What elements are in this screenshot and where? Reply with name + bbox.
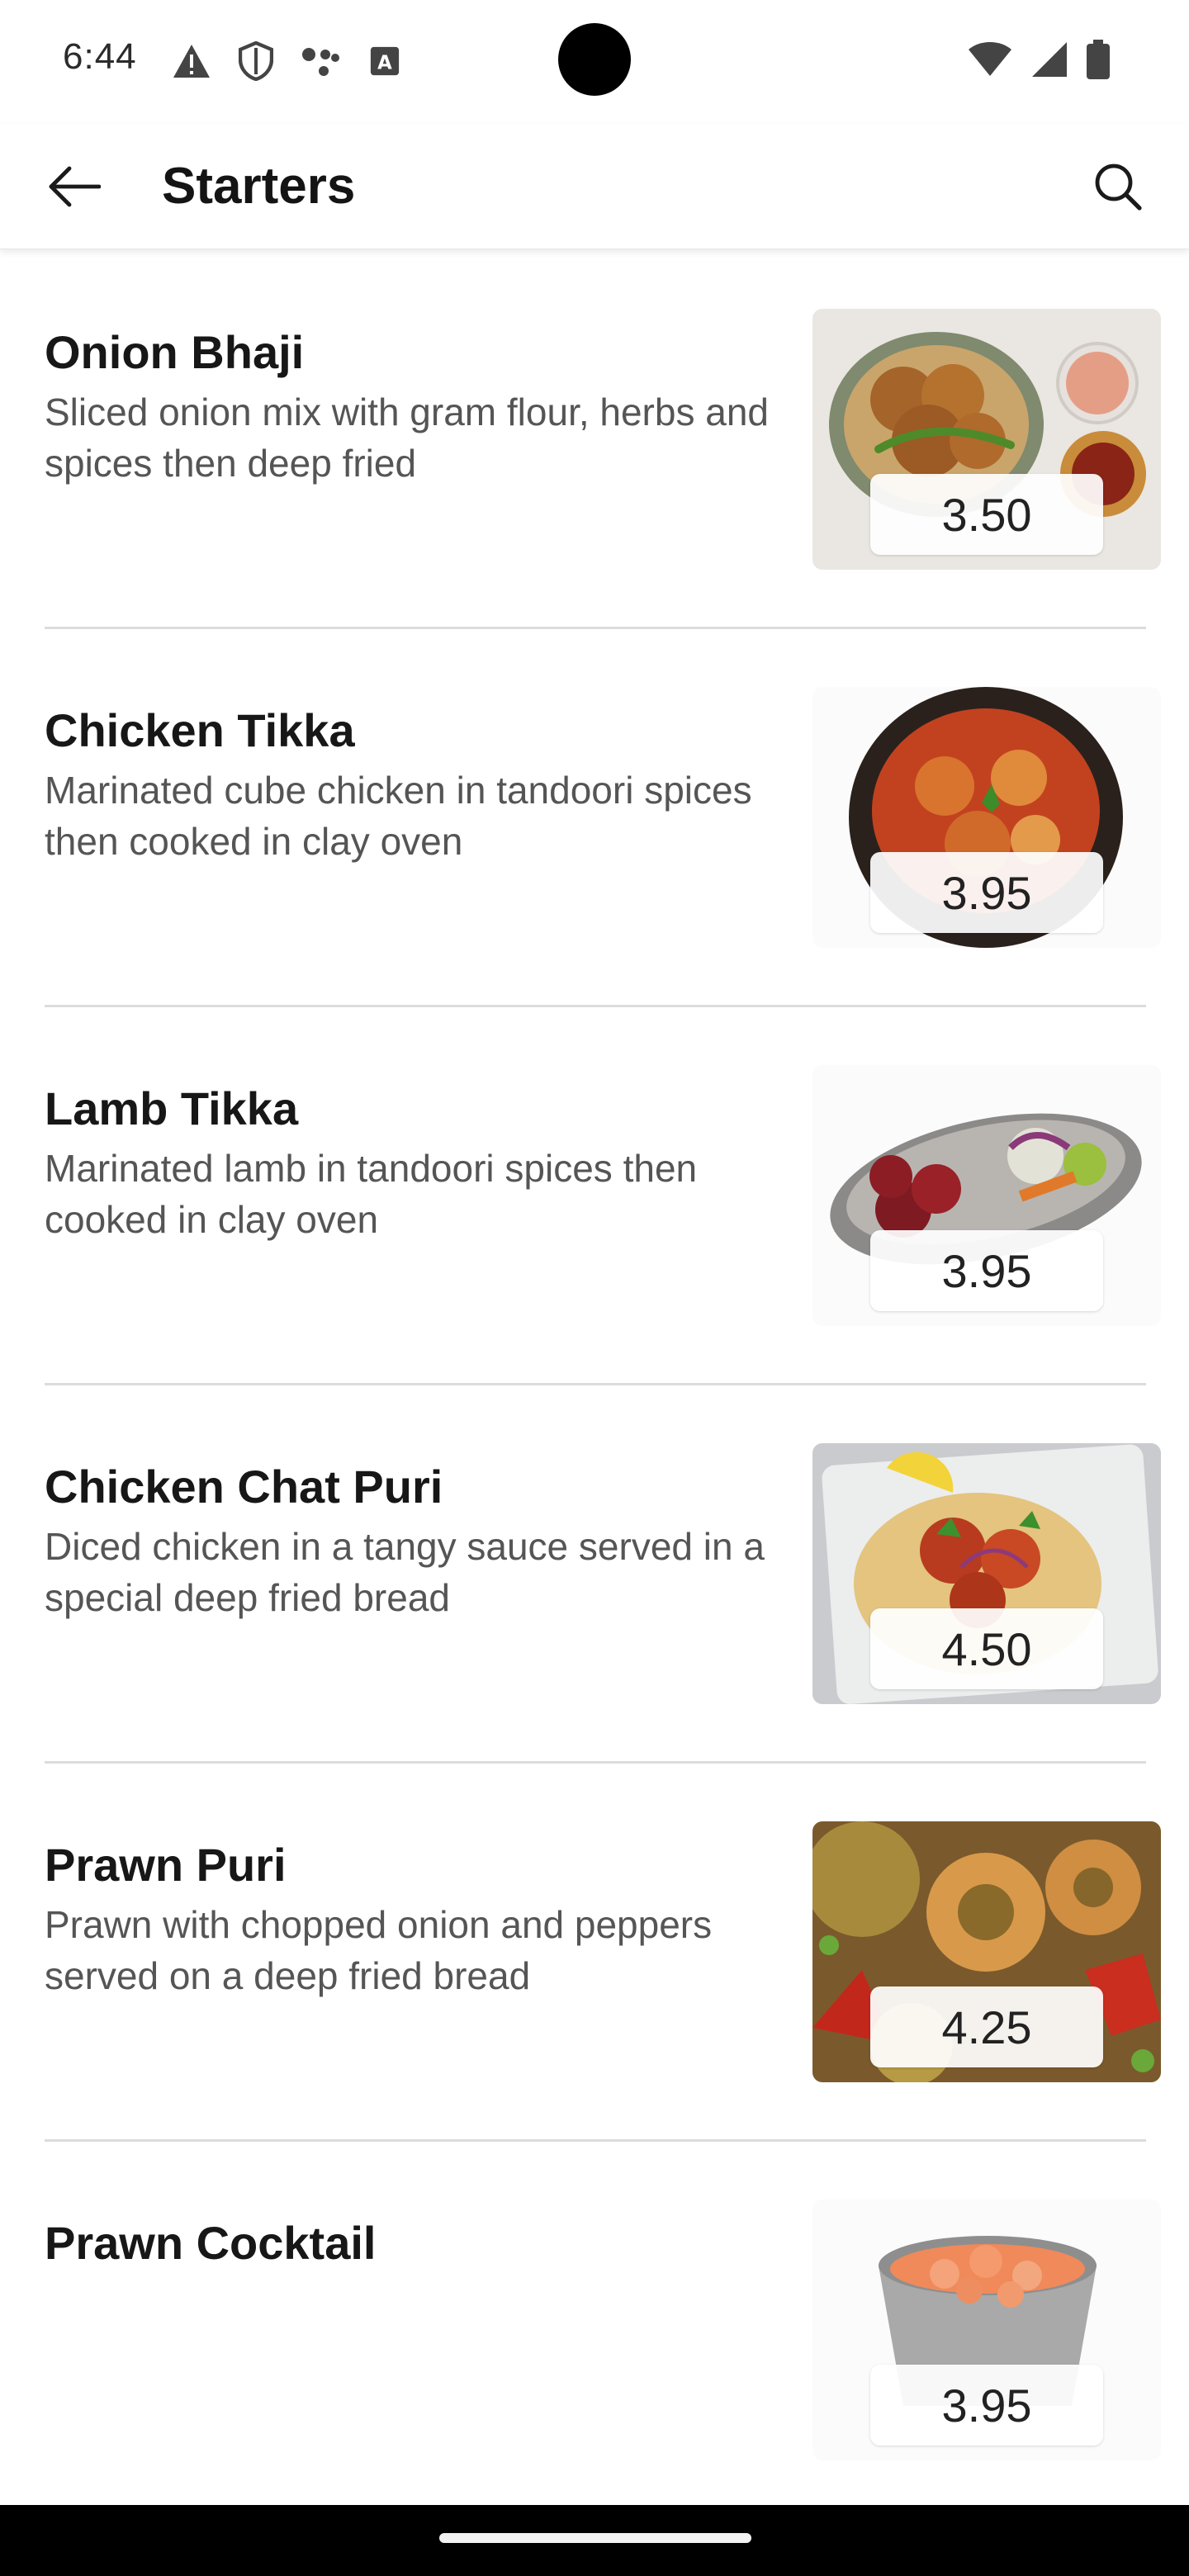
keyboard-icon: A — [362, 38, 408, 84]
item-image: 4.50 — [812, 1443, 1161, 1704]
shield-icon — [233, 38, 279, 84]
item-description: Marinated cube chicken in tandoori spice… — [45, 769, 752, 863]
menu-item-chicken-chat-puri[interactable]: Chicken Chat Puri Diced chicken in a tan… — [0, 1385, 1189, 1764]
home-indicator[interactable] — [439, 2533, 751, 2543]
battery-icon — [1087, 38, 1110, 81]
search-icon — [1095, 163, 1142, 211]
item-image: 3.50 — [812, 309, 1161, 570]
status-bar: 6:44 A — [0, 0, 1189, 124]
arrow-left-icon — [49, 166, 101, 207]
search-button[interactable] — [1080, 149, 1156, 225]
item-image: 3.95 — [812, 687, 1161, 948]
item-name: Chicken Tikka — [45, 704, 355, 756]
status-system-icons — [968, 38, 1110, 81]
menu-item-prawn-cocktail[interactable]: Prawn Cocktail 3.95 — [0, 2142, 1189, 2520]
app-bar: Starters — [0, 124, 1189, 249]
warning-icon — [168, 38, 215, 84]
item-description: Sliced onion mix with gram flour, herbs … — [45, 391, 769, 485]
signal-icon — [1030, 38, 1068, 81]
menu-item-text: Chicken Tikka Marinated cube chicken in … — [45, 702, 771, 867]
item-name: Lamb Tikka — [45, 1082, 299, 1134]
price-badge: 3.95 — [870, 852, 1103, 933]
item-name: Prawn Cocktail — [45, 2217, 377, 2269]
item-image: 4.25 — [812, 1821, 1161, 2082]
svg-text:A: A — [377, 53, 392, 74]
menu-list: Onion Bhaji Sliced onion mix with gram f… — [0, 251, 1189, 2520]
item-image: 3.95 — [812, 2200, 1161, 2460]
price-badge: 4.50 — [870, 1608, 1103, 1689]
assistant-icon — [297, 38, 343, 84]
price-badge: 3.95 — [870, 2365, 1103, 2446]
menu-item-chicken-tikka[interactable]: Chicken Tikka Marinated cube chicken in … — [0, 629, 1189, 1007]
price-badge: 3.95 — [870, 1230, 1103, 1311]
menu-item-lamb-tikka[interactable]: Lamb Tikka Marinated lamb in tandoori sp… — [0, 1007, 1189, 1385]
menu-item-onion-bhaji[interactable]: Onion Bhaji Sliced onion mix with gram f… — [0, 251, 1189, 629]
wifi-icon — [968, 38, 1012, 81]
price-badge: 3.50 — [870, 474, 1103, 555]
status-notification-icons: A — [168, 38, 408, 84]
navigation-bar — [0, 2505, 1189, 2576]
item-image: 3.95 — [812, 1065, 1161, 1326]
item-description: Diced chicken in a tangy sauce served in… — [45, 1525, 765, 1619]
item-name: Onion Bhaji — [45, 326, 305, 378]
status-time: 6:44 — [63, 36, 137, 77]
menu-item-prawn-puri[interactable]: Prawn Puri Prawn with chopped onion and … — [0, 1764, 1189, 2142]
price-badge: 4.25 — [870, 1986, 1103, 2067]
item-name: Prawn Puri — [45, 1839, 287, 1891]
menu-item-text: Lamb Tikka Marinated lamb in tandoori sp… — [45, 1080, 771, 1245]
page-title: Starters — [162, 158, 356, 215]
item-description: Prawn with chopped onion and peppers ser… — [45, 1903, 713, 1997]
menu-item-text: Onion Bhaji Sliced onion mix with gram f… — [45, 324, 771, 489]
menu-item-text: Chicken Chat Puri Diced chicken in a tan… — [45, 1458, 771, 1623]
menu-item-text: Prawn Puri Prawn with chopped onion and … — [45, 1836, 771, 2001]
back-button[interactable] — [36, 149, 112, 225]
item-name: Chicken Chat Puri — [45, 1461, 443, 1513]
item-description: Marinated lamb in tandoori spices then c… — [45, 1147, 698, 1241]
menu-item-text: Prawn Cocktail — [45, 2214, 771, 2277]
camera-cutout — [558, 23, 631, 96]
